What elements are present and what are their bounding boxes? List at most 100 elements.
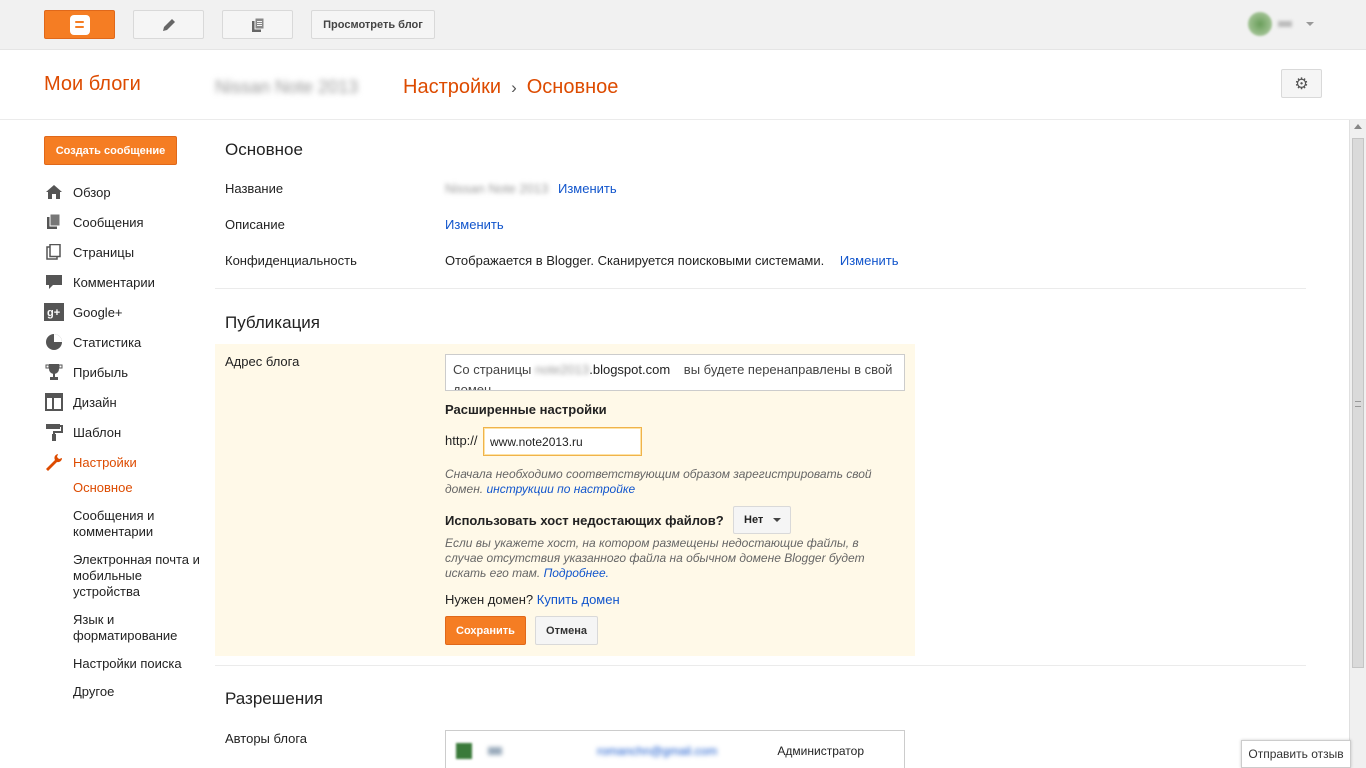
blog-title-value: Nissan Note 2013 [445, 181, 549, 196]
blogger-home-button[interactable] [44, 10, 115, 39]
top-bar: Просмотреть блог [0, 0, 1366, 50]
posts-list-button[interactable] [222, 10, 293, 39]
author-email[interactable]: romanchn@gmail.com [597, 744, 717, 758]
layout-icon [44, 393, 64, 411]
trophy-icon [44, 363, 64, 381]
sidebar-item-label: Статистика [73, 334, 142, 350]
sidebar-item-comments[interactable]: Комментарии [44, 267, 155, 297]
section-title-permissions: Разрешения [225, 689, 323, 708]
need-domain-row: Нужен домен? Купить домен [445, 592, 620, 607]
section-title-basic: Основное [225, 140, 303, 159]
subnav-email-mobile[interactable]: Электронная почта и мобильные устройства [73, 552, 208, 600]
sidebar-item-label: Дизайн [73, 394, 117, 410]
redirect-notice: Со страницы note2013.blogspot.com вы буд… [445, 354, 905, 391]
sidebar-item-label: Шаблон [73, 424, 122, 440]
sidebar-item-stats[interactable]: Статистика [44, 327, 155, 357]
blogger-logo-icon [69, 14, 90, 35]
advanced-settings-title: Расширенные настройки [445, 402, 607, 417]
divider [215, 288, 1306, 289]
sidebar-item-label: Комментарии [73, 274, 155, 290]
custom-domain-input[interactable] [483, 427, 642, 456]
learn-more-link[interactable]: Подробнее. [544, 566, 609, 580]
breadcrumb-basic: Основное [526, 76, 619, 98]
pencil-icon [162, 18, 175, 31]
description-label: Описание [225, 217, 285, 232]
author-row: rc romanchn@gmail.com Администратор [445, 730, 905, 768]
create-post-button[interactable]: Создать сообщение [44, 136, 177, 165]
blog-address-label: Адрес блога [225, 354, 300, 369]
account-name [1278, 21, 1292, 27]
privacy-value: Отображается в Blogger. Сканируется поис… [445, 253, 825, 268]
publishing-panel: Адрес блога Со страницы note2013.blogspo… [215, 344, 915, 656]
missing-files-host-select[interactable]: Нет [733, 506, 791, 534]
subnav-language[interactable]: Язык и форматирование [73, 612, 208, 644]
redirect-prefix: Со страницы [453, 362, 532, 377]
sidebar-item-posts[interactable]: Сообщения [44, 207, 155, 237]
page-header: Мои блоги Nissan Note 2013 Настройки › О… [0, 50, 1366, 120]
divider [215, 665, 1306, 666]
google-plus-icon: g+ [44, 303, 64, 321]
account-menu[interactable] [1248, 12, 1314, 36]
svg-text:g+: g+ [47, 307, 60, 319]
subnav-posts-comments[interactable]: Сообщения и комментарии [73, 508, 208, 540]
privacy-row: Отображается в Blogger. Сканируется поис… [445, 253, 899, 268]
send-feedback-button[interactable]: Отправить отзыв [1241, 740, 1351, 768]
setup-instructions-link[interactable]: инструкции по настройке [487, 482, 636, 496]
paint-roller-icon [44, 423, 64, 441]
breadcrumb-settings[interactable]: Настройки [403, 76, 501, 99]
breadcrumb-separator: › [511, 77, 517, 97]
posts-icon [44, 213, 64, 231]
sidebar-nav: Обзор Сообщения Страницы Комментарии g+ … [44, 177, 155, 477]
home-icon [44, 183, 64, 201]
new-post-button[interactable] [133, 10, 204, 39]
sidebar-item-googleplus[interactable]: g+ Google+ [44, 297, 155, 327]
save-button[interactable]: Сохранить [445, 616, 526, 645]
blog-authors-label: Авторы блога [225, 731, 308, 746]
grip-icon [1355, 401, 1361, 407]
name-row: Nissan Note 2013 Изменить [445, 181, 617, 196]
page-scrollbar[interactable] [1349, 120, 1366, 768]
wrench-icon [44, 453, 64, 471]
sidebar-item-layout[interactable]: Дизайн [44, 387, 155, 417]
redirect-subdomain: note2013 [535, 362, 590, 377]
scrollbar-thumb[interactable] [1352, 138, 1364, 668]
buy-domain-link[interactable]: Купить домен [537, 592, 620, 607]
sidebar-item-label: Сообщения [73, 214, 144, 230]
blog-name[interactable]: Nissan Note 2013 [215, 77, 380, 97]
settings-gear-button[interactable]: ⚙ [1281, 69, 1322, 98]
redirect-domain: .blogspot.com [589, 362, 671, 377]
subnav-basic[interactable]: Основное [73, 480, 208, 496]
gear-icon: ⚙ [1294, 75, 1309, 93]
missing-host-hint: Если вы укажете хост, на котором размеще… [445, 536, 895, 581]
pie-chart-icon [44, 333, 64, 351]
sidebar-item-settings[interactable]: Настройки [44, 447, 155, 477]
change-description-link[interactable]: Изменить [445, 217, 504, 232]
sidebar-item-pages[interactable]: Страницы [44, 237, 155, 267]
my-blogs-link[interactable]: Мои блоги [44, 73, 141, 96]
privacy-label: Конфиденциальность [225, 253, 357, 268]
change-privacy-link[interactable]: Изменить [840, 253, 899, 268]
author-avatar [456, 742, 472, 759]
settings-subnav: Основное Сообщения и комментарии Электро… [73, 480, 208, 712]
need-domain-text: Нужен домен? [445, 592, 534, 607]
change-name-link[interactable]: Изменить [558, 181, 617, 196]
view-blog-button[interactable]: Просмотреть блог [311, 10, 435, 39]
host-hint-text: Если вы укажете хост, на котором размеще… [445, 536, 865, 580]
cancel-button[interactable]: Отмена [535, 616, 598, 645]
subnav-other[interactable]: Другое [73, 684, 208, 700]
scroll-up-arrow-icon[interactable] [1354, 124, 1362, 129]
sidebar-item-label: Настройки [73, 454, 137, 470]
subnav-search[interactable]: Настройки поиска [73, 656, 208, 672]
author-name: rc [488, 746, 502, 755]
breadcrumb: Настройки › Основное [403, 76, 618, 99]
sidebar-item-template[interactable]: Шаблон [44, 417, 155, 447]
name-label: Название [225, 181, 284, 196]
missing-files-host-label: Использовать хост недостающих файлов? [445, 513, 724, 528]
author-role[interactable]: Администратор [777, 744, 864, 758]
section-title-publishing: Публикация [225, 313, 321, 332]
sidebar-item-overview[interactable]: Обзор [44, 177, 155, 207]
sidebar-item-label: Страницы [73, 244, 135, 260]
sidebar-item-earnings[interactable]: Прибыль [44, 357, 155, 387]
comment-icon [44, 273, 64, 291]
chevron-down-icon [1306, 22, 1314, 26]
